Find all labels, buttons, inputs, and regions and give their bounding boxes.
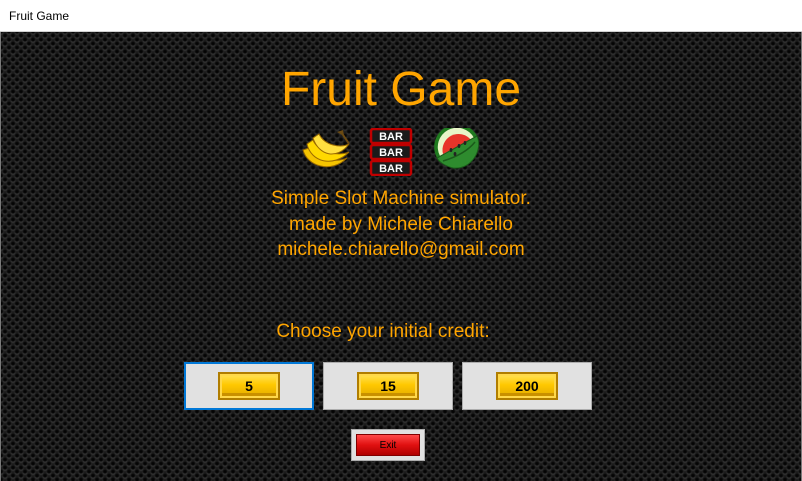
exit-label: Exit (356, 434, 420, 456)
credit-200-label: 200 (496, 372, 558, 400)
credit-5-label: 5 (218, 372, 280, 400)
credit-5-button[interactable]: 5 (184, 362, 314, 410)
banana-icon (302, 130, 350, 168)
bar-label-2: BAR (379, 147, 403, 159)
exit-button[interactable]: Exit (351, 429, 425, 461)
bar-triple-icon: BAR BAR BAR (369, 128, 413, 176)
credit-prompt: Choose your initial credit: (276, 321, 490, 342)
credit-15-label: 15 (357, 372, 419, 400)
window-title: Fruit Game (9, 9, 70, 23)
window-titlebar[interactable]: Fruit Game (0, 0, 802, 32)
watermelon-icon (434, 128, 480, 169)
info-email: michele.chiarello@gmail.com (277, 239, 525, 260)
game-panel: Fruit Game BAR BAR BAR Simple Slot Machi… (1, 32, 801, 481)
info-author: made by Michele Chiarello (289, 214, 513, 235)
credit-200-button[interactable]: 200 (462, 362, 592, 410)
info-description: Simple Slot Machine simulator. (271, 188, 531, 209)
bar-label-1: BAR (379, 131, 403, 143)
game-title: Fruit Game (280, 63, 522, 116)
credit-15-button[interactable]: 15 (323, 362, 453, 410)
bar-label-3: BAR (379, 163, 403, 175)
